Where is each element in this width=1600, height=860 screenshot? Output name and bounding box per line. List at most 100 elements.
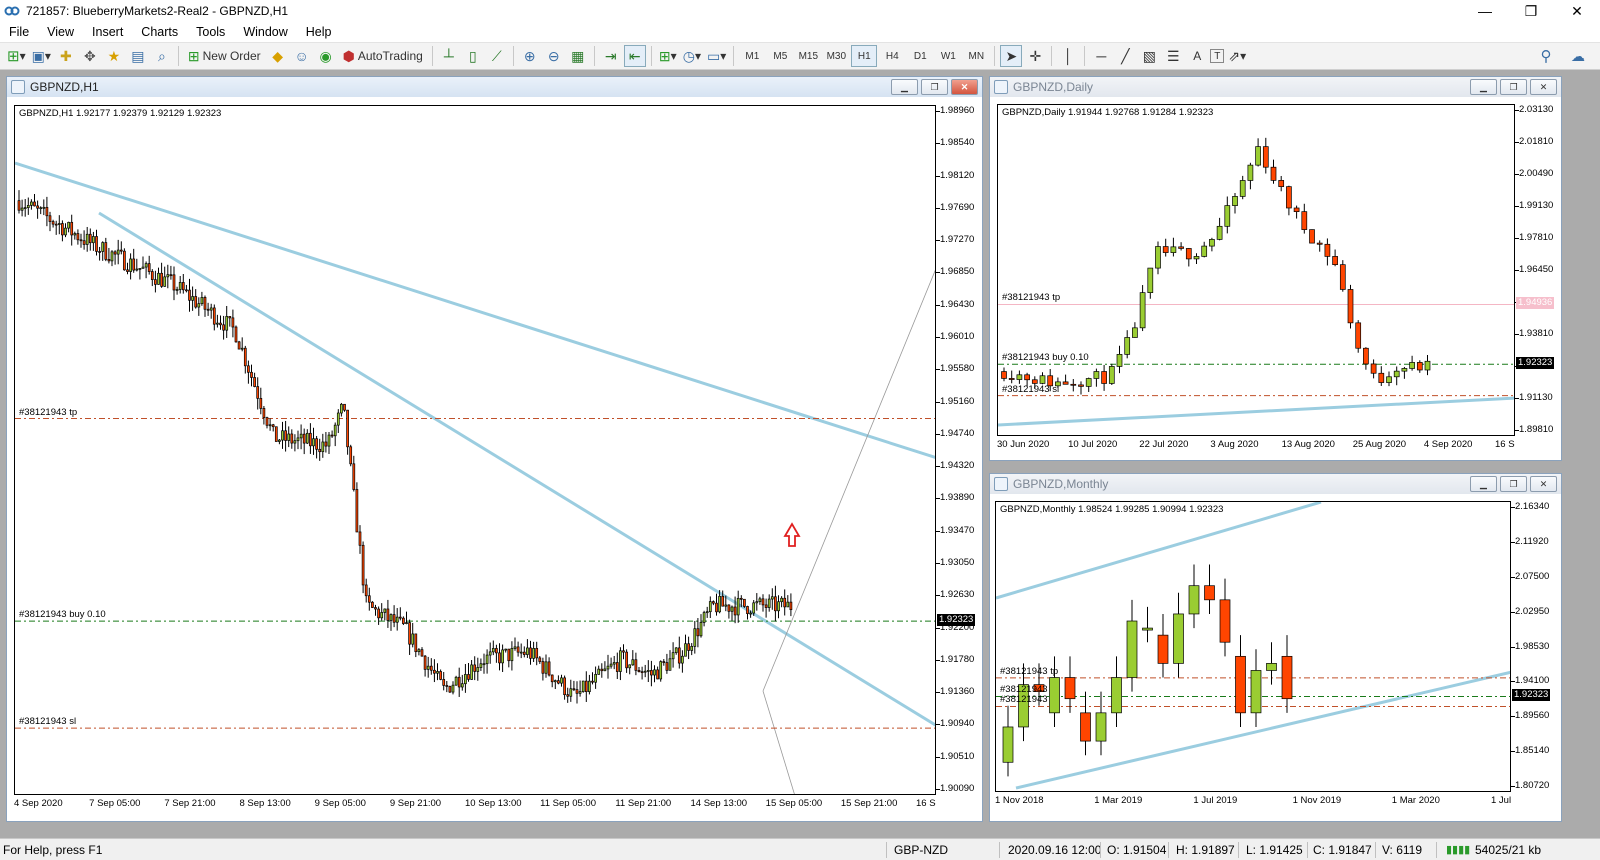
line-chart-icon[interactable]: ⟋	[486, 45, 508, 67]
status-help-text: For Help, press F1	[3, 843, 103, 857]
periods-icon[interactable]: ◷ ▾	[681, 45, 703, 67]
chart-info-text: GBPNZD,H1 1.92177 1.92379 1.92129 1.9232…	[19, 108, 222, 119]
search-icon[interactable]: ⚲	[1535, 45, 1557, 67]
bull-candle	[736, 597, 740, 616]
zoom-in-icon[interactable]: ⊕	[519, 45, 541, 67]
chart-plot-daily[interactable]: GBPNZD,Daily 1.91944 1.92768 1.91284 1.9…	[997, 104, 1515, 436]
indicators-icon[interactable]: ⊞ ▾	[657, 45, 679, 67]
chart-window-h1[interactable]: GBPNZD,H1 ▁ ❐ ✕ GBPNZD,H1 1.92177 1.9237…	[6, 76, 983, 822]
price-axis-h1[interactable]: 1.98960 1.98540 1.98120 1.97690 1.97270 1.968…	[936, 105, 982, 795]
timeframe-h4[interactable]: H4	[879, 45, 905, 67]
chart-close-button[interactable]: ✕	[1530, 79, 1557, 95]
chart-canvas-daily[interactable]	[998, 105, 1515, 436]
chart-window-h1-header[interactable]: GBPNZD,H1 ▁ ❐ ✕	[7, 77, 982, 97]
bear-candle	[529, 647, 532, 659]
timeframe-m5[interactable]: M5	[767, 45, 793, 67]
chart-minimize-button[interactable]: ▁	[891, 79, 918, 95]
timeframe-h1[interactable]: H1	[851, 45, 878, 67]
favorites-icon[interactable]: ★	[103, 45, 125, 67]
bear-candle	[324, 441, 328, 447]
chart-window-monthly-header[interactable]: GBPNZD,Monthly ▁ ❐ ✕	[990, 474, 1561, 494]
bull-candle	[693, 628, 697, 647]
candlestick-icon[interactable]: ▯	[462, 45, 484, 67]
tile-windows-icon[interactable]: ▦	[567, 45, 589, 67]
zoom-out-icon[interactable]: ⊖	[543, 45, 565, 67]
signals-icon[interactable]: ◉	[315, 45, 337, 67]
bear-candle	[433, 669, 436, 674]
chart-minimize-button[interactable]: ▁	[1470, 476, 1497, 492]
text-label-icon[interactable]: T	[1210, 49, 1225, 63]
chart-canvas-h1[interactable]	[15, 106, 936, 795]
menu-view[interactable]: View	[38, 25, 83, 39]
bull-candle	[758, 598, 762, 603]
menu-charts[interactable]: Charts	[132, 25, 187, 39]
time-axis-daily[interactable]: 30 Jun 2020 10 Jul 2020 22 Jul 2020 3 Aug 2…	[997, 436, 1515, 454]
chart-window-daily-header[interactable]: GBPNZD,Daily ▁ ❐ ✕	[990, 77, 1561, 97]
price-axis-monthly[interactable]: 2.16340 2.11920 2.07500 2.02950 1.98530 1.941…	[1511, 501, 1561, 792]
fibonacci-icon[interactable]: ☰	[1162, 45, 1184, 67]
bear-candle	[764, 604, 768, 608]
menu-help[interactable]: Help	[297, 25, 341, 39]
channel-icon[interactable]: ▧	[1138, 45, 1160, 67]
time-axis-monthly[interactable]: 1 Nov 2018 1 Mar 2019 1 Jul 2019 1 Nov 2019…	[995, 792, 1511, 810]
timeframe-w1[interactable]: W1	[935, 45, 961, 67]
new-order-button[interactable]: ⊞ New Order	[184, 45, 265, 67]
crosshair-icon[interactable]: ✛	[1024, 45, 1046, 67]
bear-candle	[640, 671, 644, 674]
chart-minimize-button[interactable]: ▁	[1470, 79, 1497, 95]
chart-restore-button[interactable]: ❐	[921, 79, 948, 95]
timeframe-mn[interactable]: MN	[963, 45, 989, 67]
trendline-icon[interactable]: ╱	[1114, 45, 1136, 67]
menu-tools[interactable]: Tools	[187, 25, 234, 39]
time-label: 11 Sep 05:00	[540, 798, 596, 809]
cursor-icon[interactable]: ➤	[1000, 45, 1023, 67]
menu-insert[interactable]: Insert	[83, 25, 132, 39]
chart-plot-monthly[interactable]: GBPNZD,Monthly 1.98524 1.99285 1.90994 1…	[995, 501, 1511, 792]
close-button[interactable]: ✕	[1554, 0, 1600, 22]
time-axis-h1[interactable]: 4 Sep 2020 7 Sep 05:00 7 Sep 21:00 8 Sep 13…	[14, 795, 936, 813]
bar-chart-icon[interactable]: ┴	[438, 45, 460, 67]
terminal-icon[interactable]: ▤	[127, 45, 149, 67]
community-icon[interactable]: ☁	[1567, 45, 1589, 67]
navigator-icon[interactable]: ✥	[79, 45, 101, 67]
strategy-tester-icon[interactable]: ⌕	[151, 45, 173, 67]
chart-canvas-monthly[interactable]	[996, 502, 1511, 792]
auto-trading-button[interactable]: ⬢ AutoTrading	[339, 45, 427, 67]
market-watch-icon[interactable]: ✚	[55, 45, 77, 67]
bear-candle	[346, 409, 349, 448]
chart-restore-button[interactable]: ❐	[1500, 476, 1527, 492]
menu-file[interactable]: File	[0, 25, 38, 39]
templates-icon[interactable]: ▭ ▾	[705, 45, 728, 67]
price-label: 1.97690	[940, 201, 975, 213]
menu-window[interactable]: Window	[234, 25, 296, 39]
chart-window-daily[interactable]: GBPNZD,Daily ▁ ❐ ✕ GBPNZD,Daily 1.91944 …	[989, 76, 1562, 461]
maximize-button[interactable]: ❐	[1508, 0, 1554, 22]
timeframe-d1[interactable]: D1	[907, 45, 933, 67]
arrows-icon[interactable]: ⇗ ▾	[1226, 45, 1248, 67]
chart-restore-button[interactable]: ❐	[1500, 79, 1527, 95]
chart-close-button[interactable]: ✕	[1530, 476, 1557, 492]
timeframe-m15[interactable]: M15	[795, 45, 821, 67]
timeframe-m30[interactable]: M30	[823, 45, 849, 67]
price-axis-daily[interactable]: 2.03130 2.01810 2.00490 1.99130 1.97810 1.964…	[1515, 104, 1561, 436]
horizontal-line-icon[interactable]: ─	[1090, 45, 1112, 67]
chart-close-button[interactable]: ✕	[951, 79, 978, 95]
users-icon[interactable]: ☺	[291, 45, 313, 67]
vertical-line-icon[interactable]: │	[1057, 45, 1079, 67]
timeframe-m1[interactable]: M1	[739, 45, 765, 67]
bull-candle	[73, 233, 77, 236]
chart-shift-icon[interactable]: ⇤	[623, 45, 646, 67]
new-chart-icon[interactable]: ⊞ ▾	[5, 45, 28, 67]
chart-plot-h1[interactable]: GBPNZD,H1 1.92177 1.92379 1.92129 1.9232…	[14, 105, 936, 795]
bull-candle	[67, 221, 70, 229]
minimize-button[interactable]: —	[1462, 0, 1508, 22]
bear-candle	[495, 648, 498, 654]
metaeditor-icon[interactable]: ◆	[267, 45, 289, 67]
auto-scroll-icon[interactable]: ⇥	[600, 45, 622, 67]
profiles-icon[interactable]: ▣ ▾	[30, 45, 53, 67]
bear-candle	[622, 650, 625, 653]
price-label: 1.93810	[1519, 328, 1554, 339]
chart-window-monthly[interactable]: GBPNZD,Monthly ▁ ❐ ✕ GBPNZD,Monthly 1.98…	[989, 473, 1562, 822]
bear-candle	[721, 595, 725, 607]
text-tool-icon[interactable]: A	[1186, 45, 1208, 67]
